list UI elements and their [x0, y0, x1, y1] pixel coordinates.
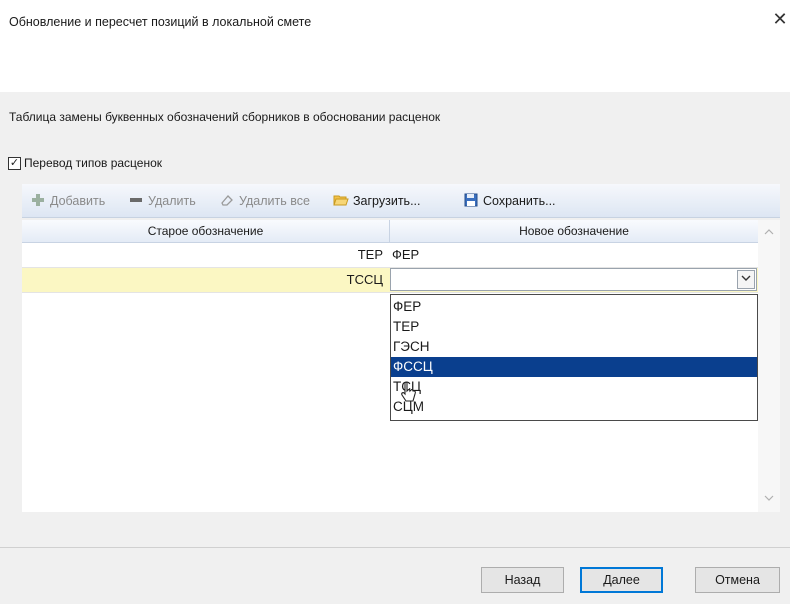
- dropdown-option[interactable]: ТЕР: [391, 317, 757, 337]
- delete-all-label: Удалить все: [239, 194, 310, 208]
- delete-label: Удалить: [148, 194, 196, 208]
- dropdown-option[interactable]: ТСЦ: [391, 377, 757, 397]
- grid-toolbar: Добавить Удалить Удалить все Загрузить..…: [22, 184, 780, 218]
- dropdown-option[interactable]: ГЭСН: [391, 337, 757, 357]
- replacement-grid: Старое обозначение Новое обозначение ТЕР…: [22, 220, 780, 512]
- scroll-down-icon[interactable]: [758, 488, 780, 508]
- vertical-scrollbar[interactable]: [758, 220, 780, 512]
- plus-icon: [30, 193, 46, 209]
- table-row-active[interactable]: ТССЦ: [22, 268, 758, 293]
- dropdown-option-highlighted[interactable]: ФССЦ: [391, 357, 757, 377]
- column-header-new[interactable]: Новое обозначение: [390, 220, 758, 243]
- table-row[interactable]: ТЕР ФЕР: [22, 243, 758, 268]
- next-button[interactable]: Далее: [580, 567, 663, 593]
- cancel-button[interactable]: Отмена: [695, 567, 780, 593]
- window-title: Обновление и пересчет позиций в локально…: [9, 15, 312, 29]
- close-icon[interactable]: ✕: [770, 9, 790, 29]
- add-button[interactable]: Добавить: [30, 192, 105, 210]
- add-label: Добавить: [50, 194, 106, 208]
- new-code-cell[interactable]: ФЕР: [392, 243, 419, 267]
- floppy-disk-icon: [463, 193, 479, 209]
- scroll-up-icon[interactable]: [758, 222, 780, 242]
- minus-icon: [128, 193, 144, 209]
- old-code-cell[interactable]: ТССЦ: [22, 268, 383, 292]
- checkbox-label: Перевод типов расценок: [24, 156, 163, 170]
- folder-open-icon: [333, 193, 349, 209]
- title-bar: Обновление и пересчет позиций в локально…: [0, 0, 790, 92]
- load-button[interactable]: Загрузить...: [333, 192, 421, 210]
- save-label: Сохранить...: [483, 194, 556, 208]
- checkbox-box[interactable]: ✓: [8, 156, 21, 170]
- delete-button[interactable]: Удалить: [128, 192, 196, 210]
- eraser-icon: [219, 193, 235, 209]
- convert-types-checkbox[interactable]: ✓ Перевод типов расценок: [8, 155, 162, 171]
- chevron-down-icon[interactable]: [737, 270, 755, 289]
- new-code-combobox[interactable]: [390, 268, 757, 291]
- old-code-cell[interactable]: ТЕР: [22, 243, 383, 267]
- dropdown-option[interactable]: СЦМ: [391, 397, 757, 417]
- dialog-content: Таблица замены буквенных обозначений сбо…: [0, 92, 790, 547]
- code-dropdown-list: ФЕР ТЕР ГЭСН ФССЦ ТСЦ СЦМ: [390, 294, 758, 421]
- dialog-footer: Назад Далее Отмена: [0, 547, 790, 604]
- column-header-old[interactable]: Старое обозначение: [22, 220, 390, 243]
- delete-all-button[interactable]: Удалить все: [219, 192, 310, 210]
- table-description: Таблица замены буквенных обозначений сбо…: [9, 110, 441, 124]
- dropdown-option[interactable]: ФЕР: [391, 297, 757, 317]
- back-button[interactable]: Назад: [481, 567, 564, 593]
- save-button[interactable]: Сохранить...: [463, 192, 556, 210]
- load-label: Загрузить...: [353, 194, 421, 208]
